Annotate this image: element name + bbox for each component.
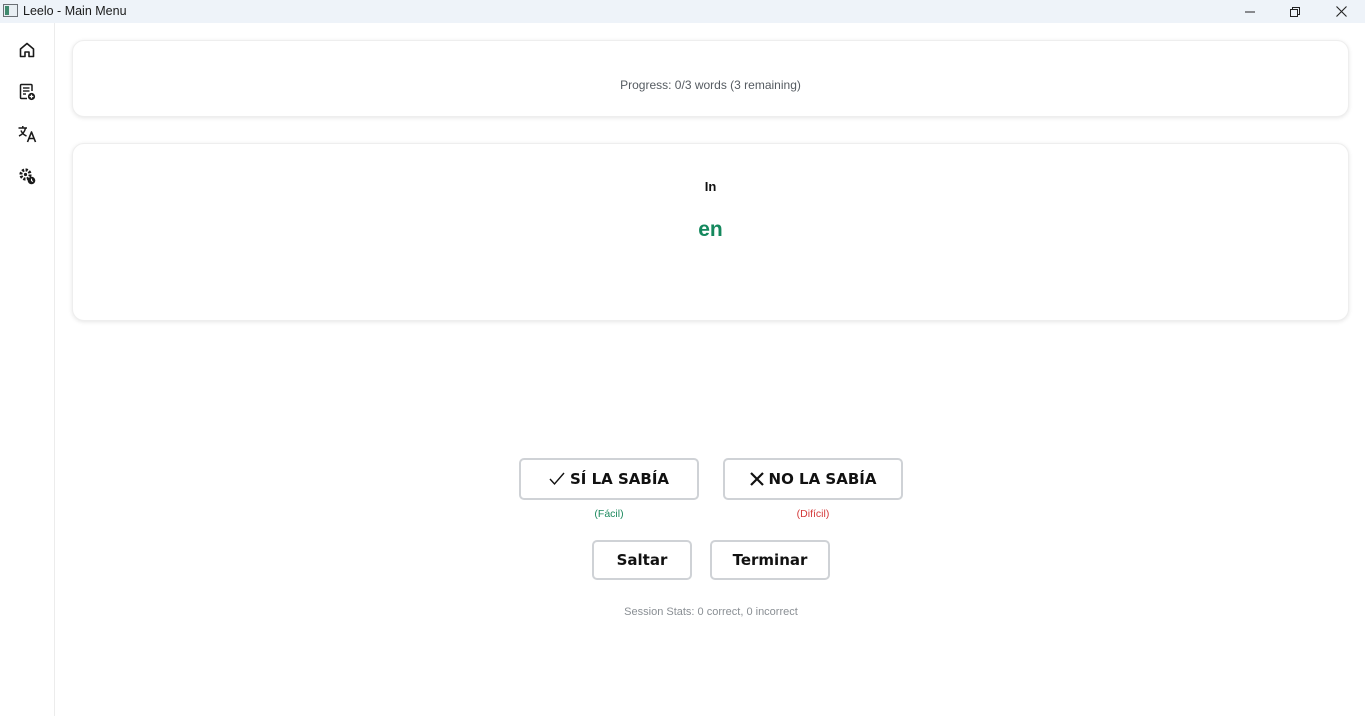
did-not-know-label: NO LA SABÍA bbox=[768, 470, 877, 488]
progress-text: Progress: 0/3 words (3 remaining) bbox=[620, 78, 801, 92]
window-title: Leelo - Main Menu bbox=[23, 4, 127, 18]
restore-icon bbox=[1290, 6, 1300, 17]
translate-icon bbox=[18, 126, 37, 143]
checkmark-icon bbox=[549, 472, 565, 486]
app-icon bbox=[3, 4, 18, 17]
title-bar: Leelo - Main Menu bbox=[0, 0, 1365, 23]
source-word: In bbox=[704, 179, 717, 194]
settings-icon bbox=[19, 168, 36, 185]
knew-it-button[interactable]: SÍ LA SABÍA bbox=[519, 458, 699, 500]
progress-card: Progress: 0/3 words (3 remaining) bbox=[72, 40, 1349, 117]
hard-hint: (Difícil) bbox=[796, 508, 830, 520]
x-icon bbox=[749, 472, 764, 486]
close-icon bbox=[1335, 6, 1347, 17]
easy-hint: (Fácil) bbox=[594, 508, 624, 520]
skip-button[interactable]: Saltar bbox=[592, 540, 692, 580]
sidebar-item-home[interactable] bbox=[13, 36, 41, 64]
did-not-know-button[interactable]: NO LA SABÍA bbox=[723, 458, 903, 500]
minimize-icon bbox=[1245, 11, 1255, 12]
session-stats: Session Stats: 0 correct, 0 incorrect bbox=[624, 606, 798, 618]
minimize-button[interactable] bbox=[1227, 0, 1273, 23]
sidebar-item-settings[interactable] bbox=[13, 162, 41, 190]
home-icon bbox=[19, 42, 35, 58]
knew-it-label: SÍ LA SABÍA bbox=[569, 470, 670, 488]
list-add-icon bbox=[19, 83, 36, 101]
sidebar-item-translate[interactable] bbox=[13, 120, 41, 148]
restore-button[interactable] bbox=[1272, 0, 1318, 23]
translation-word: en bbox=[698, 218, 723, 241]
close-button[interactable] bbox=[1318, 0, 1364, 23]
finish-button[interactable]: Terminar bbox=[710, 540, 830, 580]
flashcard: In en bbox=[72, 143, 1349, 321]
sidebar-item-word-lists[interactable] bbox=[13, 78, 41, 106]
